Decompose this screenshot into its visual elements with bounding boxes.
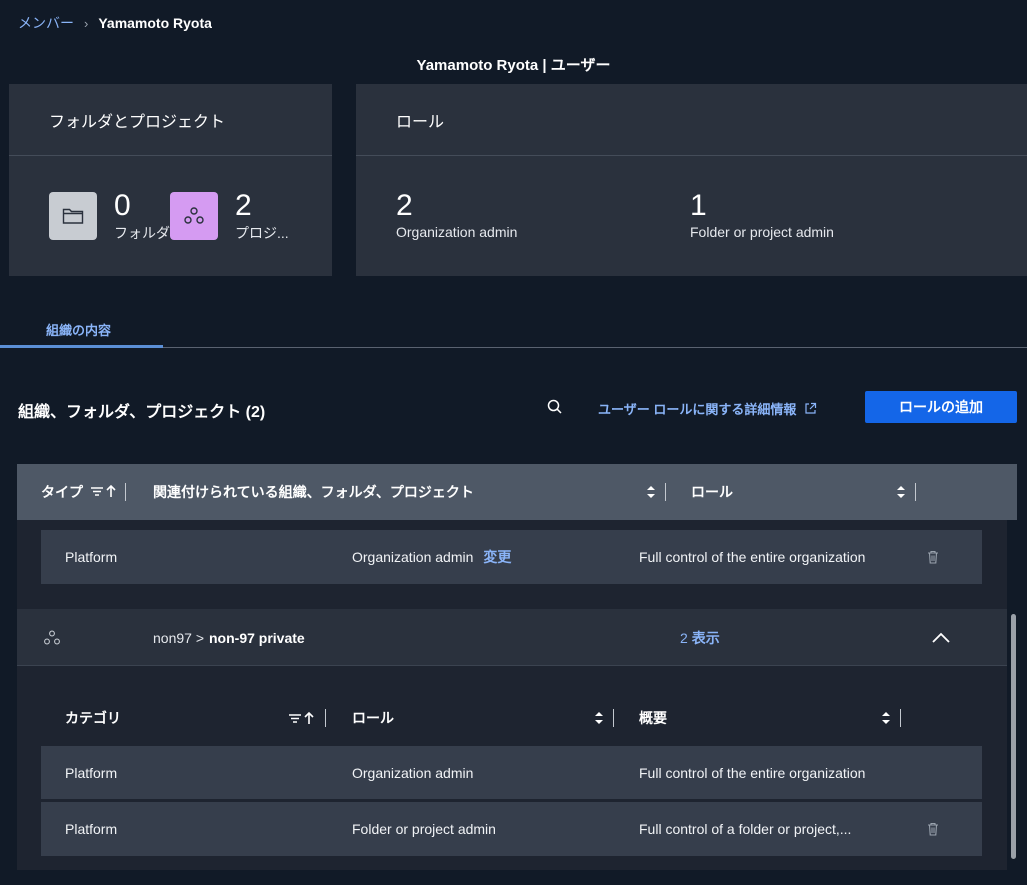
roles-card: ロール 2 Organization admin 1 Folder or pro…	[356, 84, 1027, 276]
trash-icon[interactable]	[927, 802, 939, 856]
subtable-header: カテゴリ ロール 概要	[41, 690, 982, 746]
row-summary: Full control of the entire organization	[639, 549, 866, 565]
category-header-label: カテゴリ	[65, 710, 121, 726]
row-category: Platform	[65, 549, 118, 565]
row-role-cell: Organization admin 変更	[352, 530, 511, 584]
row-summary: Full control of a folder or project,...	[639, 821, 852, 837]
project-group-row[interactable]: non97 > non-97 private 2 表示	[17, 609, 1007, 666]
associated-column-header[interactable]: 関連付けられている組織、フォルダ、プロジェクト	[153, 464, 474, 520]
summary-column-header[interactable]: 概要	[639, 690, 667, 746]
show-roles[interactable]: 2 表示	[680, 609, 720, 666]
chevron-up-icon[interactable]	[931, 609, 951, 666]
org-admin-count: 2	[396, 189, 413, 222]
row-role: Organization admin	[352, 549, 474, 565]
org-admin-label: Organization admin	[396, 224, 518, 240]
row-role: Organization admin	[352, 765, 474, 781]
row-role: Folder or project admin	[352, 821, 496, 837]
section-title: 組織、フォルダ、プロジェクト (2)	[18, 404, 266, 421]
filter-sort-icon	[89, 484, 117, 501]
table-row: Platform Organization admin 変更 Full cont…	[41, 530, 982, 584]
type-column-header[interactable]: タイプ	[41, 464, 126, 520]
folder-admin-count: 1	[690, 189, 707, 222]
show-roles-link[interactable]: 表示	[692, 628, 720, 648]
associated-sort-icon[interactable]	[645, 464, 666, 520]
sub-role-column-header[interactable]: ロール	[352, 690, 394, 746]
show-roles-count: 2	[680, 629, 688, 646]
table-row: Platform Folder or project admin Full co…	[41, 802, 982, 856]
table-body: Platform Organization admin 変更 Full cont…	[17, 520, 1007, 870]
search-icon[interactable]	[545, 397, 565, 417]
project-path-prefix: non97 >	[153, 629, 204, 646]
category-sort-icon[interactable]	[287, 690, 326, 746]
sub-role-header-label: ロール	[352, 710, 394, 726]
folder-count: 0	[114, 189, 131, 222]
folder-admin-label: Folder or project admin	[690, 224, 834, 240]
role-column-header[interactable]: ロール	[691, 464, 733, 520]
role-header-label: ロール	[691, 484, 733, 500]
sub-role-sort-icon[interactable]	[593, 690, 614, 746]
role-info-link[interactable]: ユーザー ロールに関する詳細情報	[598, 399, 817, 418]
project-icon	[170, 192, 218, 240]
associated-header-label: 関連付けられている組織、フォルダ、プロジェクト	[153, 484, 474, 500]
tab-active-indicator	[0, 345, 163, 348]
change-role-link[interactable]: 変更	[483, 547, 511, 567]
summary-header-label: 概要	[639, 710, 667, 726]
summary-sort-icon[interactable]	[880, 690, 901, 746]
folders-card-title: フォルダとプロジェクト	[9, 84, 332, 156]
project-path-name: non-97 private	[209, 629, 305, 646]
page-title: Yamamoto Ryota | ユーザー	[416, 57, 611, 74]
folder-label: フォルダ	[114, 225, 170, 241]
external-link-icon	[805, 402, 817, 414]
type-header-label: タイプ	[41, 484, 83, 500]
trash-icon[interactable]	[927, 530, 939, 584]
breadcrumb-current: Yamamoto Ryota	[98, 15, 212, 31]
add-role-button[interactable]: ロールの追加	[865, 391, 1017, 423]
folders-projects-card: フォルダとプロジェクト 0 フォルダ 2 プロジ...	[9, 84, 332, 276]
table-header: タイプ 関連付けられている組織、フォルダ、プロジェクト ロール	[17, 464, 1017, 520]
scrollbar[interactable]	[1011, 614, 1016, 859]
project-icon	[43, 609, 61, 666]
project-path: non97 > non-97 private	[153, 609, 305, 666]
role-info-link-label: ユーザー ロールに関する詳細情報	[598, 402, 797, 417]
row-summary: Full control of the entire organization	[639, 765, 866, 781]
row-category: Platform	[65, 821, 118, 837]
project-label: プロジ...	[235, 225, 289, 241]
project-count: 2	[235, 189, 252, 222]
row-category: Platform	[65, 765, 118, 781]
column-divider	[125, 483, 126, 501]
roles-card-title: ロール	[356, 84, 1027, 156]
table-row: Platform Organization admin Full control…	[41, 746, 982, 800]
folder-icon	[49, 192, 97, 240]
tab-org-content[interactable]: 組織の内容	[46, 320, 111, 339]
category-column-header[interactable]: カテゴリ	[65, 690, 121, 746]
breadcrumb: メンバー › Yamamoto Ryota	[18, 13, 212, 33]
breadcrumb-members-link[interactable]: メンバー	[18, 13, 74, 33]
role-sort-icon[interactable]	[895, 464, 916, 520]
breadcrumb-separator: ›	[84, 15, 89, 31]
